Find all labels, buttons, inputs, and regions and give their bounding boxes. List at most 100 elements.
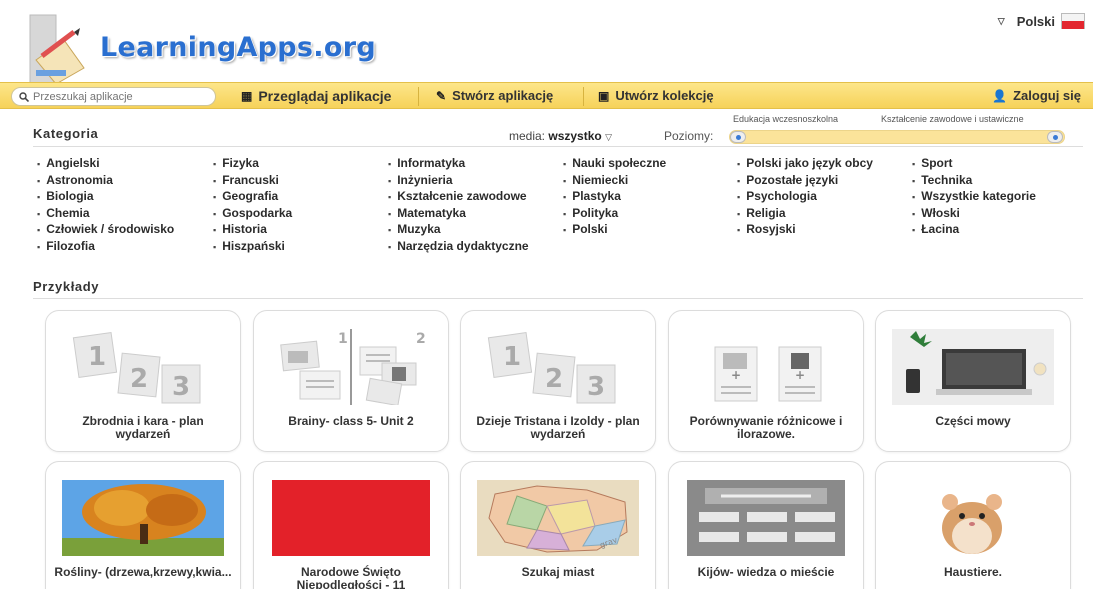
category-link[interactable]: Psychologia [737,189,873,206]
category-link[interactable]: Włoski [912,206,1036,223]
app-card[interactable]: grav Szukaj miast [460,461,656,589]
category-column: Informatyka Inżynieria Kształcenie zawod… [388,156,529,256]
app-card[interactable]: Rośliny- (drzewa,krzewy,kwia... [45,461,241,589]
category-link[interactable]: Matematyka [388,206,529,223]
svg-text:2: 2 [130,364,148,394]
autumn-tree-photo [62,480,224,556]
app-card-title: Kijów- wiedza o mieście [697,565,835,579]
category-link[interactable]: Religia [737,206,873,223]
media-value: wszystko [548,129,602,143]
category-column: Angielski Astronomia Biologia Chemia Czł… [37,156,174,256]
category-link[interactable]: Chemia [37,206,174,223]
category-link[interactable]: Filozofia [37,239,174,256]
category-link[interactable]: Narzędzia dydaktyczne [388,239,528,256]
category-link[interactable]: Kształcenie zawodowe [388,189,529,206]
browse-apps-button[interactable]: ▦ Przeglądaj aplikacje [241,88,391,104]
category-link[interactable]: Technika [912,173,1036,190]
category-link[interactable]: Informatyka [388,156,529,173]
category-link[interactable]: Biologia [37,189,174,206]
category-link[interactable]: Sport [912,156,1036,173]
browse-apps-label: Przeglądaj aplikacje [258,88,392,104]
svg-text:+: + [731,368,741,382]
app-card[interactable]: 1 2 3 Dzieje Tristana i Izoldy - plan wy… [460,310,656,452]
hamster-photo [892,480,1054,556]
category-link[interactable]: Muzyka [388,222,529,239]
category-link[interactable]: Rosyjski [737,222,873,239]
app-card[interactable]: Kijów- wiedza o mieście [668,461,864,589]
app-card[interactable]: + + Porównywanie różnicowe i ilorazowe. [668,310,864,452]
svg-text:3: 3 [587,372,605,402]
svg-text:1: 1 [503,342,521,372]
svg-text:3: 3 [172,372,190,402]
app-card[interactable]: Narodowe Święto Niepodległości - 11 [253,461,449,589]
category-link[interactable]: Historia [213,222,292,239]
app-card[interactable]: 1 2 3 Zbrodnia i kara - plan wydarzeń [45,310,241,452]
level-slider-max-handle[interactable] [1047,131,1063,143]
level-slider-min-handle[interactable] [730,131,746,143]
category-link[interactable]: Łacina [912,222,1036,239]
levels-label: Poziomy: [664,129,714,143]
search-box[interactable] [11,87,216,106]
category-link[interactable]: Pozostałe języki [737,173,873,190]
grid-icon: ▦ [241,89,253,103]
category-link[interactable]: Człowiek / środowisko [37,222,174,239]
category-link[interactable]: Niemiecki [563,173,666,190]
logo-text: LearningApps.org [100,32,376,63]
pencil-icon: ✎ [436,88,447,103]
app-card-title: Rośliny- (drzewa,krzewy,kwia... [54,565,232,579]
site-logo[interactable]: LearningApps.org [22,10,382,90]
toolbar-divider [583,87,584,106]
collection-icon: ▣ [598,88,610,103]
category-link[interactable]: Angielski [37,156,174,173]
app-card[interactable]: Części mowy [875,310,1071,452]
pair-cards-icon: + + [714,346,822,402]
category-link[interactable]: Polski [563,222,666,239]
login-button[interactable]: 👤 Zaloguj się [992,88,1081,103]
sequence-123-icon: 1 2 3 [487,331,616,404]
category-link[interactable]: Wszystkie kategorie [912,189,1036,206]
toolbar-divider [418,87,419,106]
create-collection-label: Utwórz kolekcję [615,88,714,103]
category-link[interactable]: Gospodarka [213,206,292,223]
category-link[interactable]: Astronomia [37,173,174,190]
laptop-desk-photo [892,329,1054,405]
language-label: Polski [1016,13,1055,29]
category-link[interactable]: Polski jako język obcy [737,156,873,173]
app-card-title: Brainy- class 5- Unit 2 [288,414,414,428]
app-card[interactable]: Haustiere. [875,461,1071,589]
category-column: Fizyka Francuski Geografia Gospodarka Hi… [213,156,292,256]
category-link[interactable]: Geografia [213,189,292,206]
category-column: Sport Technika Wszystkie kategorie Włosk… [912,156,1036,239]
app-card-title: Porównywanie różnicowe i ilorazowe. [689,414,843,441]
app-card[interactable]: 1 2 Brainy- class 5- Unit 2 [253,310,449,452]
category-link[interactable]: Plastyka [563,189,666,206]
level-slider-track[interactable] [729,130,1065,144]
svg-text:1: 1 [88,342,106,372]
category-link[interactable]: Fizyka [213,156,292,173]
media-filter[interactable]: media: wszystko ▽ [509,129,612,143]
svg-text:1: 1 [338,331,348,347]
language-selector[interactable]: ▽ Polski [998,13,1085,29]
category-heading: Kategoria [33,126,99,141]
search-input[interactable] [33,90,193,103]
category-column: Nauki społeczne Niemiecki Plastyka Polit… [563,156,666,239]
search-icon [19,91,29,102]
svg-text:2: 2 [416,331,426,347]
app-card-title: Dzieje Tristana i Izoldy - plan wydarzeń [476,414,640,441]
main-toolbar: ▦ Przeglądaj aplikacje ✎ Stwórz aplikacj… [0,82,1093,109]
examples-heading: Przykłady [33,279,100,294]
create-collection-button[interactable]: ▣ Utwórz kolekcję [598,88,714,103]
category-link[interactable]: Hiszpański [213,239,292,256]
category-link[interactable]: Francuski [213,173,292,190]
media-label: media: [509,129,546,143]
app-card-title: Części mowy [935,414,1011,428]
red-square [272,480,430,556]
create-app-button[interactable]: ✎ Stwórz aplikację [436,88,553,103]
category-link[interactable]: Polityka [563,206,666,223]
sequence-123-icon: 1 2 3 [72,331,201,404]
app-card-title: Szukaj miast [521,565,595,579]
category-link[interactable]: Nauki społeczne [563,156,666,173]
level-max-label: Kształcenie zawodowe i ustawiczne [881,114,1024,124]
category-link[interactable]: Inżynieria [388,173,529,190]
svg-text:+: + [795,368,805,382]
